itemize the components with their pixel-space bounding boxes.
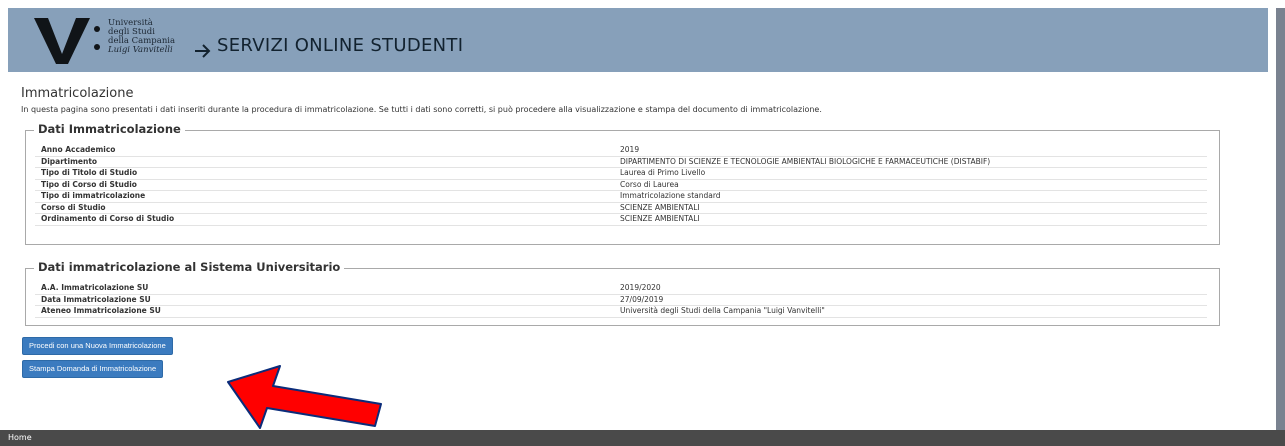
table-row: Ordinamento di Corso di Studio SCIENZE AM… bbox=[35, 214, 1207, 226]
table-row: A.A. Immatricolazione SU 2019/2020 bbox=[35, 283, 1207, 295]
fieldset-dati-sistema-universitario: Dati immatricolazione al Sistema Univers… bbox=[25, 260, 1220, 326]
right-arrow-icon bbox=[195, 44, 211, 58]
window-scrollbar[interactable] bbox=[1276, 8, 1285, 436]
fieldset-legend: Dati Immatricolazione bbox=[34, 122, 185, 136]
table-row: Tipo di immatricolazione Immatricolazione… bbox=[35, 191, 1207, 203]
table-row: Ateneo Immatricolazione SU Università deg… bbox=[35, 306, 1207, 318]
new-enrollment-button[interactable]: Procedi con una Nuova Immatricolazione bbox=[22, 337, 173, 355]
print-enrollment-button[interactable]: Stampa Domanda di Immatricolazione bbox=[22, 360, 164, 378]
fieldset-dati-immatricolazione: Dati Immatricolazione Anno Accademico 201… bbox=[25, 122, 1220, 245]
page-title: Immatricolazione bbox=[21, 86, 134, 101]
site-title: SERVIZI ONLINE STUDENTI bbox=[217, 35, 464, 56]
home-link[interactable]: Home bbox=[8, 433, 32, 442]
university-name: Università degli Studi della Campania Lu… bbox=[108, 18, 176, 55]
fieldset-legend: Dati immatricolazione al Sistema Univers… bbox=[34, 260, 345, 274]
intro-text: In questa pagina sono presentati i dati … bbox=[21, 105, 822, 114]
table-row: Tipo di Corso di Studio Corso di Laurea bbox=[35, 180, 1207, 191]
table-row: Anno Accademico 2019 bbox=[35, 145, 1207, 157]
university-logo-v bbox=[34, 18, 90, 64]
table-row: Tipo di Titolo di Studio Laurea di Primo … bbox=[35, 168, 1207, 180]
header-bar: Università degli Studi della Campania Lu… bbox=[8, 8, 1268, 72]
table-row: Data Immatricolazione SU 27/09/2019 bbox=[35, 295, 1207, 306]
data-table: Anno Accademico 2019 Dipartimento DIPARTIM… bbox=[35, 145, 1207, 226]
table-row: Dipartimento DIPARTIMENTO DI SCIENZE E TE… bbox=[35, 157, 1207, 168]
table-row: Corso di Studio SCIENZE AMBIENTALI bbox=[35, 203, 1207, 214]
data-table: A.A. Immatricolazione SU 2019/2020 Data I… bbox=[35, 283, 1207, 318]
footer-bar: Home bbox=[0, 430, 1285, 446]
